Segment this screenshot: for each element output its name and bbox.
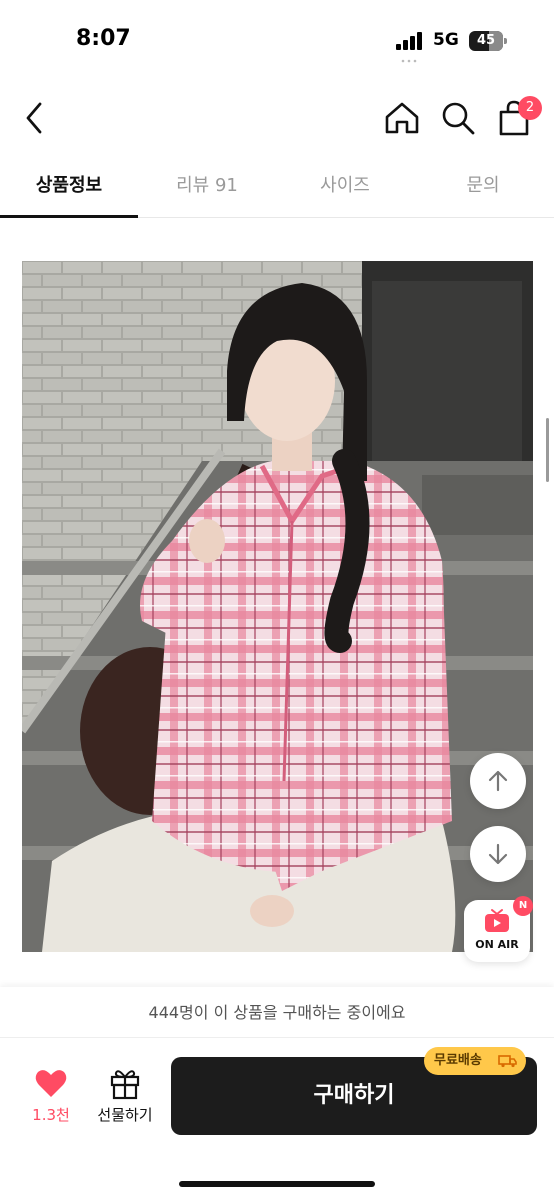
status-time: 8:07: [76, 26, 131, 51]
scrollbar-thumb[interactable]: [546, 418, 549, 482]
tab-product-info[interactable]: 상품정보: [0, 158, 138, 218]
arrow-up-icon: [488, 770, 508, 792]
battery-level: 45: [476, 33, 496, 48]
like-count: 1.3천: [32, 1106, 70, 1124]
scroll-up-button[interactable]: [470, 753, 526, 809]
tab-reviews[interactable]: 리뷰 91: [138, 158, 276, 218]
gift-icon: [110, 1070, 140, 1100]
gift-button[interactable]: 선물하기: [92, 1066, 158, 1130]
battery-icon: 45: [469, 31, 507, 51]
like-button[interactable]: 1.3천: [24, 1066, 78, 1130]
scroll-down-button[interactable]: [470, 826, 526, 882]
active-tab-indicator: [0, 215, 138, 218]
signal-icon: [396, 32, 426, 50]
truck-icon: [498, 1055, 517, 1068]
tab-inquiry[interactable]: 문의: [414, 158, 552, 218]
product-image: [22, 261, 533, 952]
back-button[interactable]: [18, 98, 52, 138]
home-indicator: [179, 1181, 375, 1187]
top-nav: [0, 80, 554, 156]
heart-icon: [35, 1070, 67, 1097]
status-bar: 8:07 5G 45: [0, 0, 554, 80]
search-button[interactable]: [438, 98, 478, 138]
on-air-new-badge: N: [513, 896, 533, 916]
cart-count-badge: 2: [518, 96, 542, 120]
tab-size[interactable]: 사이즈: [276, 158, 414, 218]
gift-label: 선물하기: [97, 1106, 153, 1124]
microphone-indicator-icon: [401, 59, 417, 63]
home-icon: [385, 102, 419, 134]
chevron-left-icon: [26, 102, 42, 134]
viewers-notice: 444명이 이 상품을 구매하는 중이에요: [0, 988, 554, 1038]
product-tabs: 상품정보 리뷰 91 사이즈 문의: [0, 158, 554, 218]
home-button[interactable]: [382, 98, 422, 138]
free-shipping-badge: 무료배송: [424, 1047, 526, 1075]
network-type: 5G: [433, 30, 459, 50]
search-icon: [442, 102, 475, 135]
free-shipping-label: 무료배송: [434, 1053, 482, 1068]
on-air-label: ON AIR: [475, 938, 519, 951]
arrow-down-icon: [488, 843, 508, 865]
